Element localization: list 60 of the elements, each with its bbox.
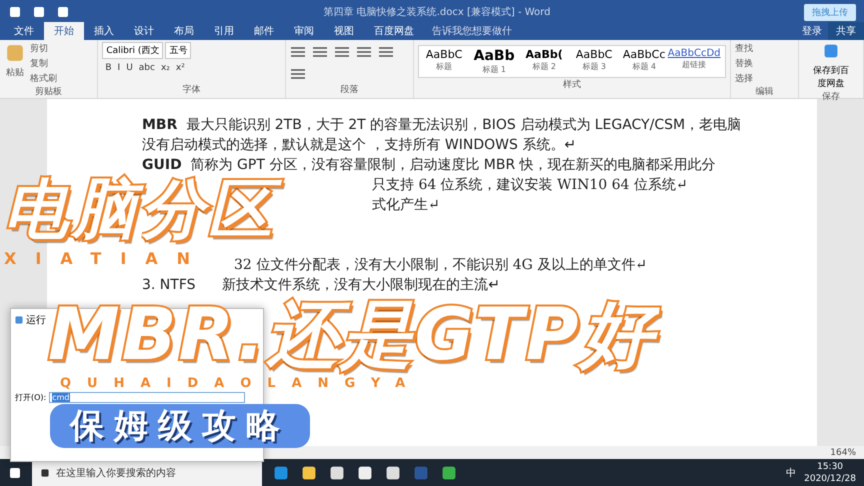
zoom-level: 164% [830,448,856,458]
clock-date: 2020/12/28 [804,473,856,485]
format-button[interactable]: x₂ [158,63,173,73]
field-label: 打开(O): [15,392,46,402]
overlay-title: MBR.还是GTP好 [44,296,668,376]
clipboard-action[interactable]: 剪切 [30,42,57,55]
ribbon-tab[interactable]: 布局 [164,22,204,40]
ribbon-tab[interactable]: 开始 [44,22,84,40]
document-line: GUID 简称为 GPT 分区，没有容量限制，启动速度比 MBR 快，现在新买的电脑都采用此分 [142,156,717,173]
group-label: 编辑 [754,86,775,98]
dialog-title: 运行 [26,314,46,327]
overlay-badge: 保姆级攻略 [50,404,310,448]
group-label: 段落 [340,84,360,96]
paste-button[interactable]: 粘贴 [6,66,24,79]
format-button[interactable]: abc [136,63,158,73]
group-label: 保存 [821,90,842,103]
font-name-field[interactable]: Calibri (西文 [102,42,164,59]
format-button[interactable]: I [114,63,124,73]
clipboard-action[interactable]: 复制 [30,57,57,70]
group-label: 字体 [182,84,202,96]
ribbon-tab[interactable]: 百度网盘 [364,22,424,40]
style-preset[interactable]: AaBb( 标题 2 [519,46,570,77]
style-preset[interactable]: AaBbCcDd 超链接 [669,46,720,77]
ribbon-tab[interactable]: 文件 [4,22,44,40]
editing-action[interactable]: 替换 [734,57,753,70]
save-cloud-button[interactable]: 保存到百度网盘 [809,64,854,90]
share-button[interactable]: 共享 [828,22,864,40]
overlay-pinyin: QUHAIDAOLANGYA [60,377,422,390]
document-line: 只支持 64 位系统，建议安装 WIN10 64 位系统↵ [371,176,689,195]
tell-me-field[interactable]: 告诉我您想要做什 [424,22,520,40]
login-link[interactable]: 登录 [796,22,828,40]
format-button[interactable]: U [123,63,136,73]
ime-indicator[interactable]: 中 [786,466,796,480]
group-label: 样式 [562,78,582,91]
ribbon-tab[interactable]: 引用 [204,22,244,40]
ribbon-tab[interactable]: 邮件 [244,22,284,40]
format-button[interactable]: B [102,63,115,73]
document-line: 没有启动模式的选择，默认就是这个 ，支持所有 WINDOWS 系统。↵ [142,136,578,155]
clipboard-action[interactable]: 格式刷 [30,72,57,85]
document-line: MBR 最大只能识别 2TB，大于 2T 的容量无法识别，BIOS 启动模式为 LEGACY/CSM，老电脑 [142,116,742,135]
document-line: 式化产生↵ [371,196,441,215]
style-preset[interactable]: AaBb 标题 1 [469,46,520,77]
editing-action[interactable]: 查找 [734,42,753,55]
ribbon-tab[interactable]: 设计 [124,22,164,40]
style-preset[interactable]: AaBbCc 标题 4 [619,46,670,77]
ribbon-tab[interactable]: 审阅 [284,22,324,40]
overlay-pinyin: XIATIAN [4,251,210,267]
editing-action[interactable]: 选择 [734,72,753,85]
align-left-icon[interactable] [356,46,372,58]
ribbon-tab[interactable]: 插入 [84,22,124,40]
style-preset[interactable]: AaBbC 标题 [419,46,470,77]
format-button[interactable]: x² [172,63,188,73]
clock-time: 15:30 [816,461,844,473]
document-line: 3. NTFS 新技术文件系统，没有大小限制现在的主流↵ [142,276,501,295]
command-field[interactable]: cmd [49,392,246,403]
window-title: 第四章 电脑快修之装系统.docx [兼容模式] - Word [322,6,552,19]
group-label: 剪贴板 [34,86,64,98]
font-size-field[interactable]: 五号 [165,42,192,59]
style-preset[interactable]: AaBbC 标题 3 [569,46,620,77]
ribbon-tab[interactable]: 视图 [324,22,364,40]
